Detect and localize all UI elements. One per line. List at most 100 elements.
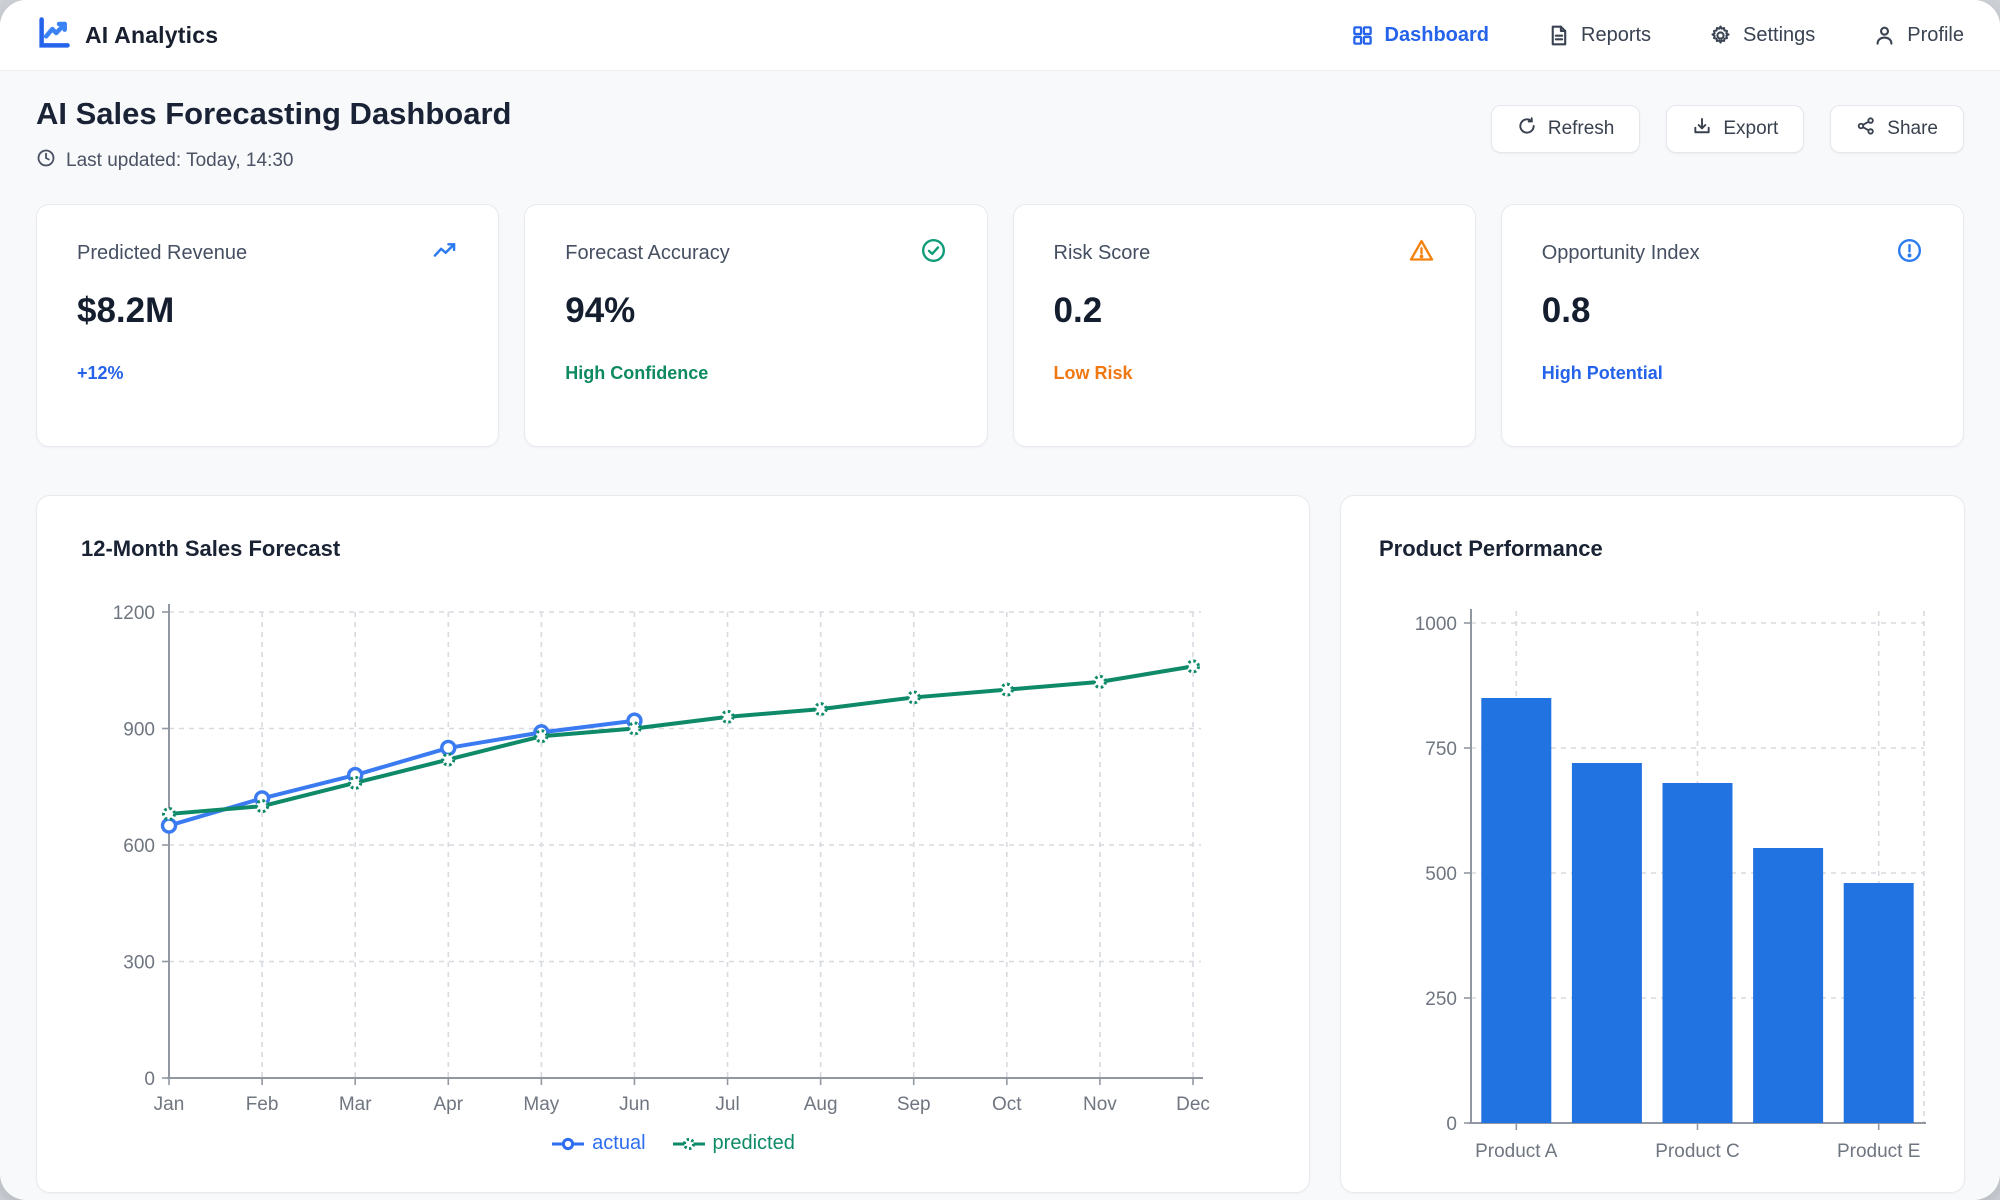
y-tick-label: 900 bbox=[123, 720, 155, 741]
stat-card-predicted-revenue: Predicted Revenue $8.2M +12% bbox=[36, 204, 499, 447]
gear-icon bbox=[1709, 24, 1732, 47]
nav-item-label: Reports bbox=[1581, 24, 1651, 47]
legend-item-predicted[interactable]: predicted bbox=[672, 1132, 795, 1155]
button-label: Export bbox=[1723, 118, 1778, 140]
actual-point bbox=[442, 742, 455, 755]
bar-product-c bbox=[1663, 783, 1733, 1123]
clock-icon bbox=[36, 148, 56, 174]
stat-label: Predicted Revenue bbox=[77, 242, 247, 265]
stat-value: $8.2M bbox=[77, 291, 458, 331]
top-nav: AI Analytics Dashboard bbox=[0, 0, 2000, 71]
last-updated-text: Last updated: Today, 14:30 bbox=[66, 150, 293, 172]
stat-cards: Predicted Revenue $8.2M +12% Forecast Ac… bbox=[36, 204, 1964, 447]
x-tick-label: Oct bbox=[992, 1094, 1022, 1115]
stat-label: Forecast Accuracy bbox=[565, 242, 730, 265]
header-actions: Refresh Export bbox=[1491, 105, 1964, 153]
nav-item-label: Settings bbox=[1743, 24, 1815, 47]
stat-card-risk-score: Risk Score 0.2 Low Risk bbox=[1013, 204, 1476, 447]
button-label: Share bbox=[1887, 118, 1938, 140]
check-circle-icon bbox=[920, 237, 947, 269]
predicted-point bbox=[629, 723, 640, 734]
stat-delta: High Potential bbox=[1542, 363, 1923, 384]
actual-point bbox=[163, 819, 176, 832]
predicted-point bbox=[1094, 676, 1105, 687]
refresh-button[interactable]: Refresh bbox=[1491, 105, 1641, 153]
predicted-point bbox=[1001, 684, 1012, 695]
y-tick-label: 750 bbox=[1425, 739, 1457, 760]
bar-product-a bbox=[1481, 698, 1551, 1123]
stat-value: 0.2 bbox=[1054, 291, 1435, 331]
predicted-point bbox=[443, 754, 454, 765]
x-tick-label: Apr bbox=[433, 1094, 463, 1115]
download-icon bbox=[1692, 116, 1712, 142]
nav-item-reports[interactable]: Reports bbox=[1547, 24, 1651, 47]
share-button[interactable]: Share bbox=[1830, 105, 1964, 153]
stat-card-forecast-accuracy: Forecast Accuracy 94% High Confidence bbox=[524, 204, 987, 447]
brand: AI Analytics bbox=[36, 15, 218, 56]
nav-item-label: Profile bbox=[1907, 24, 1964, 47]
x-tick-label: Feb bbox=[246, 1094, 279, 1115]
nav-item-label: Dashboard bbox=[1385, 24, 1489, 47]
product-performance-bar-chart: 0 250 500 750 1000 Product A Product C Product … bbox=[1379, 578, 1928, 1178]
app-window: AI Analytics Dashboard bbox=[0, 0, 2000, 1200]
alert-circle-icon bbox=[1896, 237, 1923, 269]
y-tick-label: 250 bbox=[1425, 989, 1457, 1010]
product-performance-chart-card: Product Performance 0 250 500 750 1000 Produc… bbox=[1340, 495, 1965, 1193]
x-tick-label: Sep bbox=[897, 1094, 931, 1115]
sales-forecast-line-chart: 03006009001200JanFebMarAprMayJunJulAugSe… bbox=[81, 578, 1267, 1128]
predicted-point bbox=[257, 801, 268, 812]
page-title: AI Sales Forecasting Dashboard bbox=[36, 97, 511, 131]
y-tick-label: 0 bbox=[1446, 1114, 1457, 1135]
share-icon bbox=[1856, 116, 1876, 142]
predicted-point bbox=[908, 692, 919, 703]
x-tick-label: Dec bbox=[1176, 1094, 1210, 1115]
y-tick-label: 300 bbox=[123, 953, 155, 974]
y-tick-label: 500 bbox=[1425, 864, 1457, 885]
x-tick-label: Product E bbox=[1837, 1141, 1920, 1162]
predicted-point bbox=[1188, 661, 1199, 672]
x-tick-label: Jun bbox=[619, 1094, 650, 1115]
x-tick-label: Product C bbox=[1655, 1141, 1739, 1162]
sales-forecast-chart-card: 12-Month Sales Forecast 03006009001200Ja… bbox=[36, 495, 1310, 1193]
grid-icon bbox=[1351, 24, 1374, 47]
nav-item-dashboard[interactable]: Dashboard bbox=[1351, 24, 1489, 47]
x-tick-label: Jan bbox=[154, 1094, 185, 1115]
user-icon bbox=[1873, 24, 1896, 47]
bar-product-b bbox=[1572, 763, 1642, 1123]
stat-delta: High Confidence bbox=[565, 363, 946, 384]
stat-delta: +12% bbox=[77, 363, 458, 384]
stat-label: Risk Score bbox=[1054, 242, 1151, 265]
nav-item-profile[interactable]: Profile bbox=[1873, 24, 1964, 47]
x-tick-label: Product A bbox=[1475, 1141, 1558, 1162]
predicted-point bbox=[164, 809, 175, 820]
stat-card-opportunity-index: Opportunity Index 0.8 High Potential bbox=[1501, 204, 1964, 447]
nav-item-settings[interactable]: Settings bbox=[1709, 24, 1815, 47]
y-tick-label: 1200 bbox=[113, 603, 155, 624]
button-label: Refresh bbox=[1548, 118, 1615, 140]
predicted-point bbox=[722, 711, 733, 722]
y-tick-label: 1000 bbox=[1415, 614, 1457, 635]
chart-title: Product Performance bbox=[1379, 536, 1926, 562]
predicted-point bbox=[536, 731, 547, 742]
charts-row: 12-Month Sales Forecast 03006009001200Ja… bbox=[36, 495, 1964, 1193]
x-tick-label: Mar bbox=[339, 1094, 372, 1115]
predicted-point bbox=[815, 704, 826, 715]
actual-series-marker bbox=[551, 1136, 585, 1152]
predicted-point bbox=[350, 777, 361, 788]
bar-product-e bbox=[1844, 883, 1914, 1123]
trending-up-icon bbox=[431, 237, 458, 269]
legend-label: predicted bbox=[713, 1132, 795, 1155]
x-tick-label: Jul bbox=[715, 1094, 739, 1115]
chart-legend: actual predicted bbox=[81, 1132, 1265, 1155]
predicted-series-marker bbox=[672, 1136, 706, 1152]
legend-label: actual bbox=[592, 1132, 645, 1155]
x-tick-label: Nov bbox=[1083, 1094, 1117, 1115]
warning-triangle-icon bbox=[1408, 237, 1435, 269]
stat-value: 0.8 bbox=[1542, 291, 1923, 331]
stat-delta: Low Risk bbox=[1054, 363, 1435, 384]
stat-value: 94% bbox=[565, 291, 946, 331]
export-button[interactable]: Export bbox=[1666, 105, 1804, 153]
x-tick-label: Aug bbox=[804, 1094, 838, 1115]
document-icon bbox=[1547, 24, 1570, 47]
legend-item-actual[interactable]: actual bbox=[551, 1132, 645, 1155]
